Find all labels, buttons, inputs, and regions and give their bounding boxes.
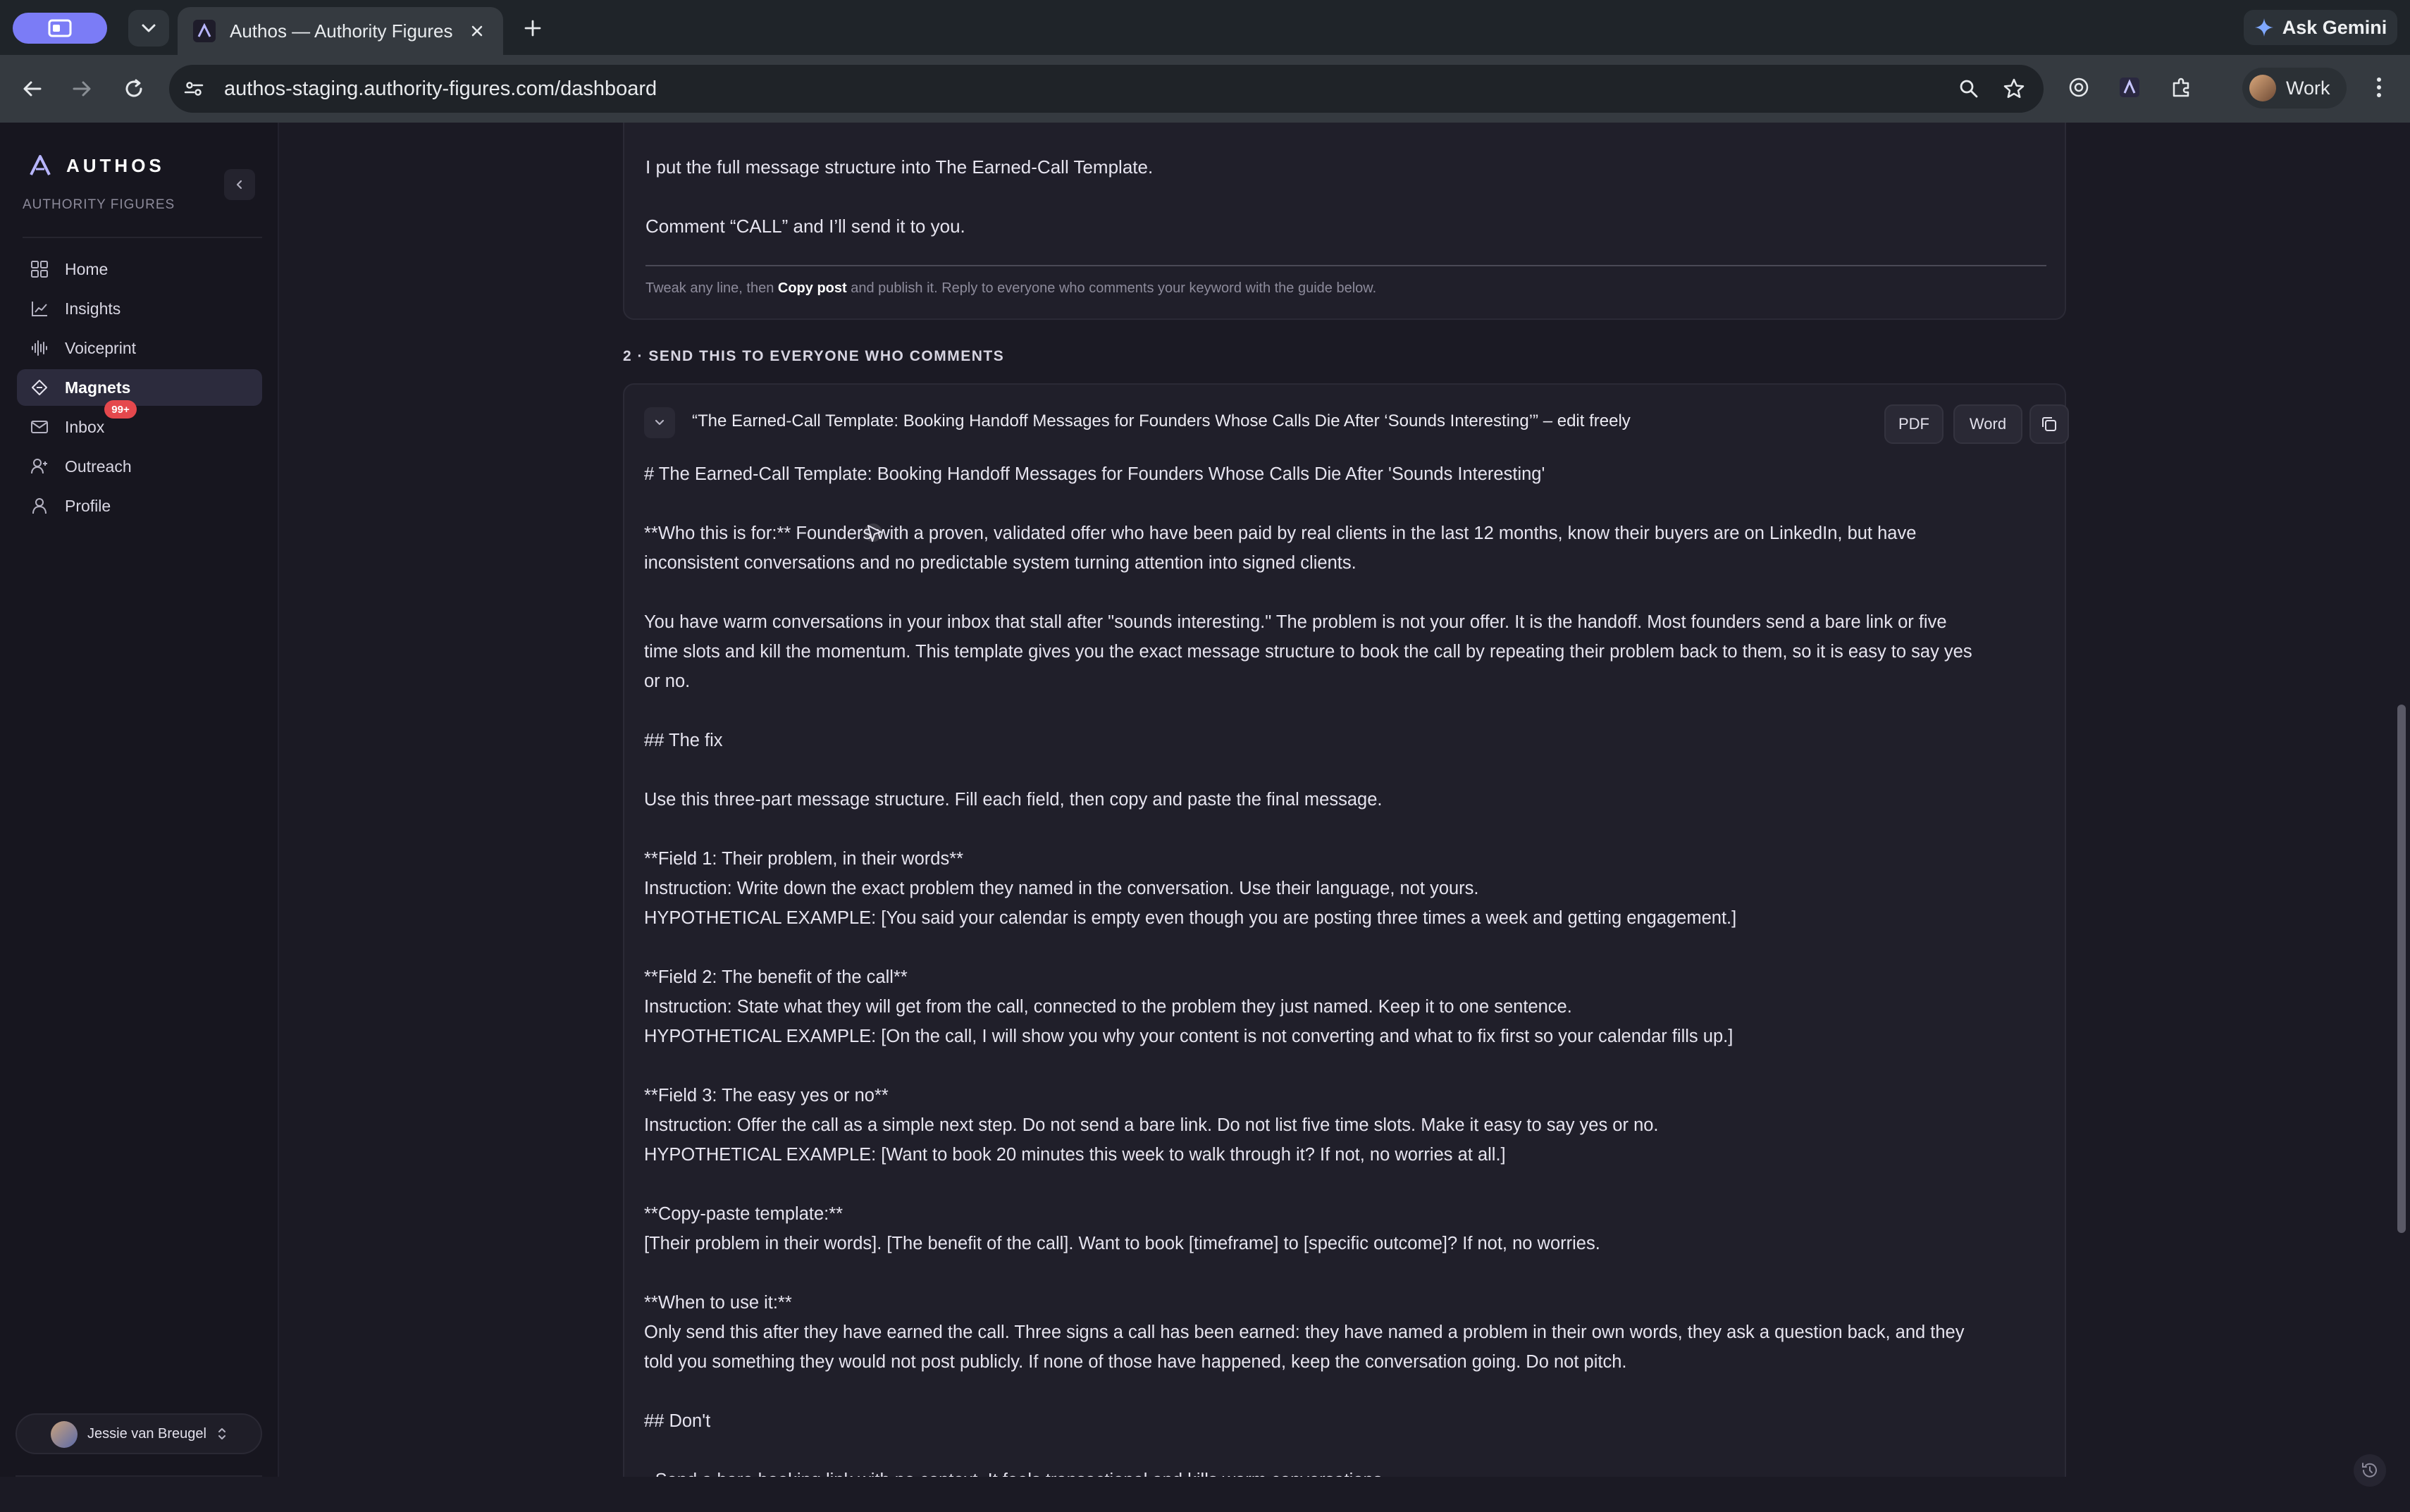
window-icon <box>48 19 72 37</box>
inbox-count-badge: 99+ <box>104 400 137 419</box>
browser-menu-kebab-icon[interactable] <box>2366 72 2392 103</box>
authos-extension-icon[interactable] <box>2114 72 2145 103</box>
post-hint: Tweak any line, then Copy post and publi… <box>645 280 1377 296</box>
url-text[interactable]: authos-staging.authority-figures.com/das… <box>224 78 1953 101</box>
avatar <box>51 1421 78 1448</box>
chevron-updown-icon <box>218 1428 225 1439</box>
profile-avatar <box>2249 75 2276 101</box>
ask-gemini-label: Ask Gemini <box>2282 16 2387 38</box>
chevron-left-icon <box>236 180 242 190</box>
browser-tab-bar: Authos — Authority Figures Ask Gemini <box>0 0 2410 55</box>
sidebar-item-magnets[interactable]: Magnets <box>17 369 262 406</box>
window-bottom-edge <box>0 1477 2410 1512</box>
new-tab-icon[interactable] <box>519 14 547 42</box>
copy-post-hint-bold: Copy post <box>777 280 847 296</box>
authos-logo-icon <box>30 155 51 175</box>
collapse-sidebar-button[interactable] <box>224 169 255 200</box>
bookmark-star-icon[interactable] <box>1998 73 2029 104</box>
extensions-puzzle-icon[interactable] <box>2166 72 2197 103</box>
section-heading: 2 · SEND THIS TO EVERYONE WHO COMMENTS <box>623 348 1005 364</box>
gemini-sparkle-icon <box>2254 18 2273 37</box>
post-line[interactable]: I put the full message structure into Th… <box>645 156 1153 178</box>
copy-guide-button[interactable] <box>2029 404 2069 444</box>
download-pdf-button[interactable]: PDF <box>1884 404 1944 444</box>
sidebar-item-label: Voiceprint <box>65 338 137 357</box>
user-icon <box>30 496 49 516</box>
authos-favicon-icon <box>193 20 216 42</box>
chevron-down-icon <box>655 419 665 426</box>
main-content: I put the full message structure into Th… <box>280 123 2410 1512</box>
browser-tab-active[interactable]: Authos — Authority Figures <box>178 7 503 55</box>
app-sidebar: AUTHOS AUTHORITY FIGURES Home Insights V… <box>0 123 279 1512</box>
sidebar-item-insights[interactable]: Insights <box>17 290 262 327</box>
sidebar-item-label: Home <box>65 259 109 278</box>
guide-editor-body[interactable]: # The Earned-Call Template: Booking Hand… <box>644 459 2046 1495</box>
sidebar-item-home[interactable]: Home <box>17 251 262 287</box>
post-line[interactable]: Comment “CALL” and I’ll send it to you. <box>645 216 965 237</box>
user-plus-icon <box>30 457 49 476</box>
forward-arrow-icon[interactable] <box>68 75 96 103</box>
brand-subtitle: AUTHORITY FIGURES <box>23 197 175 212</box>
profile-label: Work <box>2286 77 2330 99</box>
post-draft-card: I put the full message structure into Th… <box>623 123 2066 320</box>
chrome-profile-work-button[interactable]: Work <box>2242 68 2347 109</box>
zoom-magnifier-icon[interactable] <box>1953 73 1984 104</box>
browser-toolbar: authos-staging.authority-figures.com/das… <box>0 55 2410 123</box>
guide-card: “The Earned-Call Template: Booking Hando… <box>623 383 2069 1512</box>
mail-icon <box>30 417 49 437</box>
user-account-switcher[interactable]: Jessie van Breugel <box>16 1413 262 1454</box>
page-scrollbar[interactable] <box>2397 705 2406 1233</box>
history-clock-icon[interactable] <box>2354 1454 2386 1487</box>
chart-line-icon <box>30 299 49 318</box>
sidebar-item-label: Inbox <box>65 417 105 436</box>
guide-title: “The Earned-Call Template: Booking Hando… <box>692 411 1631 430</box>
sidebar-item-label: Magnets <box>65 378 131 397</box>
back-arrow-icon[interactable] <box>18 75 47 103</box>
sidebar-item-label: Profile <box>65 496 111 515</box>
collapse-guide-button[interactable] <box>644 407 675 438</box>
brand-logo[interactable]: AUTHOS <box>28 154 165 178</box>
user-name: Jessie van Breugel <box>87 1425 206 1442</box>
sidebar-item-outreach[interactable]: Outreach <box>17 448 262 485</box>
chevron-down-icon <box>142 24 156 32</box>
site-settings-icon[interactable] <box>176 71 211 106</box>
download-word-button[interactable]: Word <box>1953 404 2022 444</box>
address-bar[interactable]: authos-staging.authority-figures.com/das… <box>169 65 2044 113</box>
sidebar-item-profile[interactable]: Profile <box>17 488 262 524</box>
sidebar-item-label: Outreach <box>65 457 132 476</box>
ask-gemini-button[interactable]: Ask Gemini <box>2244 10 2397 45</box>
waveform-icon <box>30 338 49 358</box>
sidebar-divider <box>23 237 262 238</box>
sidebar-item-inbox[interactable]: Inbox 99+ <box>17 400 262 445</box>
tab-title: Authos — Authority Figures <box>230 20 453 42</box>
grid-icon <box>30 259 49 279</box>
reload-icon[interactable] <box>120 75 148 103</box>
post-divider <box>645 265 2046 266</box>
tab-search-dropdown[interactable] <box>128 10 169 47</box>
openai-extension-icon[interactable] <box>2063 72 2094 103</box>
sidebar-item-label: Insights <box>65 299 121 318</box>
magnet-icon <box>30 378 49 397</box>
copy-icon <box>2042 417 2056 431</box>
brand-name: AUTHOS <box>66 154 165 176</box>
browser-profile-switcher[interactable] <box>13 13 107 44</box>
sidebar-item-voiceprint[interactable]: Voiceprint <box>17 330 262 366</box>
mouse-cursor-icon <box>864 523 885 547</box>
close-tab-icon[interactable] <box>466 20 488 42</box>
